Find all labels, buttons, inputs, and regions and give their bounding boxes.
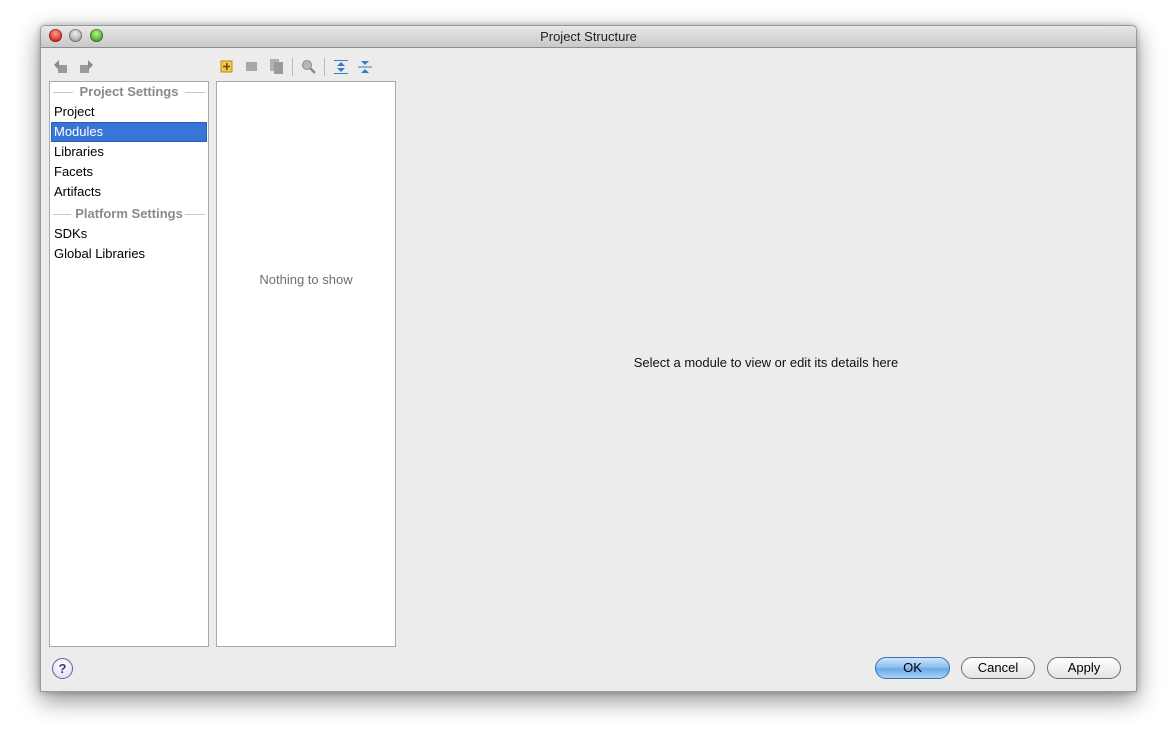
sidebar-item-modules[interactable]: Modules: [51, 122, 207, 142]
toolbar-separator: [292, 58, 293, 76]
sidebar-item-sdks[interactable]: SDKs: [51, 224, 207, 244]
collapse-all-icon[interactable]: [357, 59, 373, 75]
search-icon[interactable]: [301, 59, 317, 75]
sidebar-item-project[interactable]: Project: [51, 102, 207, 122]
expand-all-icon[interactable]: [333, 59, 349, 75]
cancel-button[interactable]: Cancel: [961, 657, 1035, 679]
back-arrow-icon[interactable]: [53, 59, 69, 75]
add-icon[interactable]: [220, 60, 236, 76]
copy-icon[interactable]: [269, 58, 285, 74]
help-button[interactable]: ?: [52, 658, 73, 679]
module-tree[interactable]: Nothing to show: [216, 81, 396, 647]
sidebar-item-global-libraries[interactable]: Global Libraries: [51, 244, 207, 264]
sidebar-item-libraries[interactable]: Libraries: [51, 142, 207, 162]
details-placeholder: Select a module to view or edit its deta…: [633, 355, 899, 370]
title-bar[interactable]: Project Structure: [41, 26, 1136, 48]
empty-list-text: Nothing to show: [259, 272, 353, 287]
settings-category-list: Project Settings Project Modules Librari…: [49, 81, 209, 647]
project-settings-header: Project Settings: [50, 82, 208, 102]
sidebar-item-artifacts[interactable]: Artifacts: [51, 182, 207, 202]
toolbar-separator: [324, 58, 325, 76]
window-title: Project Structure: [540, 29, 637, 44]
project-structure-dialog: Project Structure Project Settings Proje…: [40, 25, 1137, 692]
remove-icon[interactable]: [245, 60, 261, 76]
sidebar-item-facets[interactable]: Facets: [51, 162, 207, 182]
apply-button[interactable]: Apply: [1047, 657, 1121, 679]
platform-settings-header-label: Platform Settings: [71, 206, 187, 221]
project-settings-header-label: Project Settings: [75, 84, 183, 99]
platform-settings-header: Platform Settings: [50, 204, 208, 224]
ok-button[interactable]: OK: [875, 657, 950, 679]
forward-arrow-icon[interactable]: [78, 59, 94, 75]
